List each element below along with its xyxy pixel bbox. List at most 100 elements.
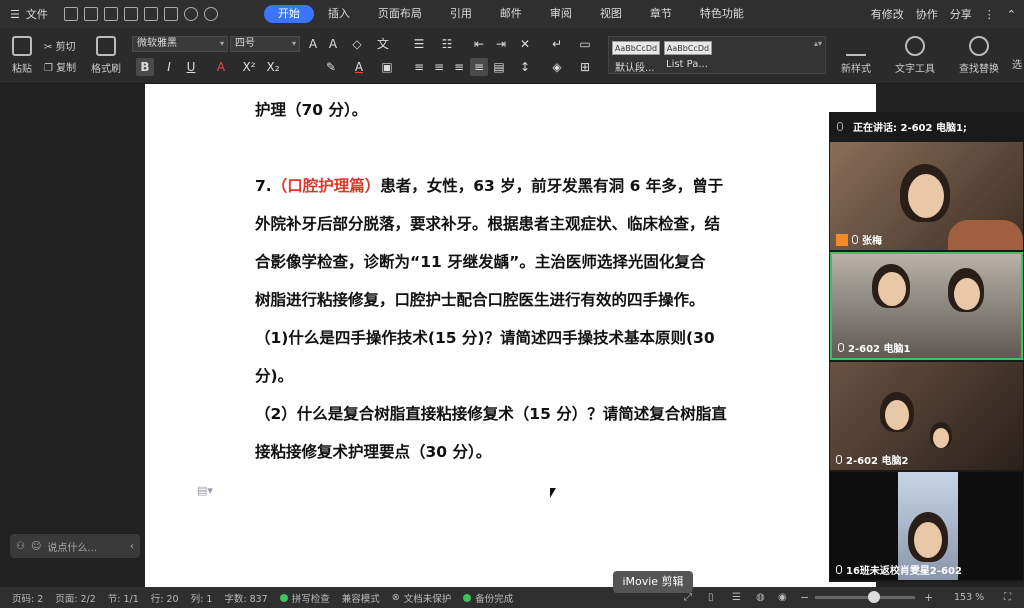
doc-protection[interactable]: ⊗ 文档未保护 — [392, 591, 451, 605]
chevron-left-icon[interactable]: ‹ — [130, 541, 134, 552]
distribute-icon[interactable]: ▤ — [490, 58, 508, 76]
zoom-slider-handle[interactable] — [868, 591, 880, 603]
line-direction-icon[interactable]: ↵ — [548, 35, 566, 53]
justify-icon[interactable]: ≡ — [470, 58, 488, 76]
share-button[interactable]: 分享 — [950, 6, 972, 22]
show-marks-icon[interactable]: ▭ — [576, 35, 594, 53]
mic-icon — [852, 235, 858, 244]
web-view-icon[interactable]: ◍ — [756, 592, 765, 603]
copy-button[interactable]: ❐ 复制 — [44, 59, 76, 74]
cut-button[interactable]: ✂ 剪切 — [44, 38, 76, 53]
align-right-icon[interactable]: ≡ — [450, 58, 468, 76]
fit-icon[interactable]: ⛶ — [1004, 592, 1011, 603]
video-tile-active[interactable]: 2-602 电脑1 — [830, 252, 1023, 360]
zoom-out-icon[interactable]: − — [800, 591, 809, 604]
tab-home[interactable]: 开始 — [263, 5, 314, 23]
emoji-icon[interactable]: ☺ — [31, 541, 41, 552]
preview-icon[interactable] — [163, 7, 178, 21]
shading-icon[interactable]: ◈ — [548, 58, 566, 76]
shrink-font-icon[interactable]: A — [324, 35, 342, 53]
changes-button[interactable]: 有修改 — [871, 6, 904, 22]
export-icon[interactable] — [123, 7, 138, 21]
page-code[interactable]: 页码: 2 — [12, 591, 43, 605]
meeting-panel: 正在讲话: 2-602 电脑1; 张梅 2-602 电脑1 2-602 电脑2 … — [829, 112, 1024, 582]
spell-check[interactable]: 拼写检查 — [279, 591, 330, 605]
file-label: 文件 — [25, 8, 48, 21]
hamburger-icon: ☰ — [10, 7, 20, 21]
clear-format-icon[interactable]: ◇ — [348, 35, 366, 53]
font-name-select[interactable]: 微软雅黑 ▾ — [132, 36, 228, 52]
highlight-icon[interactable]: ✎ — [322, 58, 340, 76]
open-folder-icon[interactable] — [83, 7, 98, 21]
outline-view-icon[interactable]: ☰ — [732, 592, 741, 603]
chinese-layout-icon[interactable]: ✕ — [516, 35, 534, 53]
font-effect-icon[interactable]: A — [212, 58, 230, 76]
underline-button[interactable]: U — [182, 58, 200, 76]
superscript-icon[interactable]: X² — [240, 58, 258, 76]
tab-view[interactable]: 视图 — [586, 5, 636, 23]
participant-label: 16班未返校肖雯星2-602 — [836, 562, 962, 577]
font-size-select[interactable]: 四号 ▾ — [230, 36, 300, 52]
video-tile[interactable]: 16班未返校肖雯星2-602 — [830, 472, 1023, 580]
decrease-indent-icon[interactable]: ⇤ — [470, 35, 488, 53]
tab-chapter[interactable]: 章节 — [636, 5, 686, 23]
print-icon[interactable] — [143, 7, 158, 21]
user-switch-icon[interactable]: ⚇ — [16, 541, 25, 552]
tab-insert[interactable]: 插入 — [314, 5, 364, 23]
number-list-icon[interactable]: ☷ — [438, 35, 456, 53]
participant-label: 2-602 电脑2 — [836, 452, 908, 467]
collapse-icon[interactable]: ⌃ — [1007, 8, 1016, 21]
ribbon-toolbar: 粘贴 ✂ 剪切 ❐ 复制 格式刷 微软雅黑 ▾ 四号 ▾ A A ◇ 文 B I U… — [0, 28, 1024, 84]
eye-icon[interactable]: ◉ — [778, 592, 787, 603]
select-button[interactable]: 选 — [1012, 56, 1022, 71]
document-page[interactable]: 护理（70 分）。 7.（口腔护理篇）患者，女性，63 岁，前牙发黑有洞 6 年… — [145, 84, 876, 587]
bullet-list-icon[interactable]: ☰ — [410, 35, 428, 53]
backup-status[interactable]: 备份完成 — [463, 591, 513, 605]
zoom-slider[interactable] — [815, 596, 915, 599]
more-icon[interactable]: ⋮ — [984, 8, 995, 21]
line-spacing-icon[interactable]: ↕ — [516, 58, 534, 76]
tab-mail[interactable]: 邮件 — [486, 5, 536, 23]
phonetic-icon[interactable]: 文 — [374, 35, 392, 53]
zoom-in-icon[interactable]: + — [924, 591, 933, 604]
font-color-icon[interactable]: A — [350, 58, 368, 76]
page-count[interactable]: 页面: 2/2 — [55, 591, 96, 605]
fullscreen-icon[interactable]: ⤢ — [684, 592, 692, 603]
paste-button[interactable]: 粘贴 — [8, 36, 36, 75]
bold-button[interactable]: B — [136, 58, 154, 76]
row-number: 行: 20 — [150, 593, 179, 605]
subscript-icon[interactable]: X₂ — [264, 58, 282, 76]
format-painter-button[interactable]: 格式刷 — [90, 36, 122, 75]
find-replace-button[interactable]: 查找替换 — [954, 36, 1004, 75]
align-left-icon[interactable]: ≡ — [410, 58, 428, 76]
page-view-icon[interactable]: ▯ — [708, 592, 714, 603]
video-tile[interactable]: 张梅 — [830, 142, 1023, 250]
undo-icon[interactable] — [183, 7, 198, 21]
redo-icon[interactable] — [203, 7, 218, 21]
align-center-icon[interactable]: ≡ — [430, 58, 448, 76]
zoom-level[interactable]: 153 % — [954, 592, 984, 603]
paste-options-icon[interactable]: ▤▾ — [197, 484, 213, 497]
tab-review[interactable]: 审阅 — [536, 5, 586, 23]
increase-indent-icon[interactable]: ⇥ — [492, 35, 510, 53]
char-border-icon[interactable]: ▣ — [378, 58, 396, 76]
tab-references[interactable]: 引用 — [436, 5, 486, 23]
style-default[interactable]: AaBbCcDd — [612, 41, 660, 55]
gallery-scroll-icon[interactable]: ▴▾ — [814, 39, 822, 48]
save-icon[interactable] — [103, 7, 118, 21]
new-style-button[interactable]: 新样式 — [836, 36, 876, 75]
collab-button[interactable]: 协作 — [916, 6, 938, 22]
video-tile[interactable]: 2-602 电脑2 — [830, 362, 1023, 470]
italic-button[interactable]: I — [160, 58, 178, 76]
border-icon[interactable]: ⊞ — [576, 58, 594, 76]
style-list-label: List Pa... — [666, 59, 708, 70]
word-count[interactable]: 字数: 837 — [224, 591, 267, 605]
style-list-paragraph[interactable]: AaBbCcDd — [664, 41, 712, 55]
grow-font-icon[interactable]: A — [304, 35, 322, 53]
text-tools-button[interactable]: 文字工具 — [890, 36, 940, 75]
new-doc-icon[interactable] — [63, 7, 78, 21]
tab-features[interactable]: 特色功能 — [686, 5, 758, 23]
comment-input[interactable]: 说点什么... — [47, 539, 97, 554]
file-menu[interactable]: ☰ 文件 — [0, 6, 58, 22]
tab-page-layout[interactable]: 页面布局 — [364, 5, 436, 23]
